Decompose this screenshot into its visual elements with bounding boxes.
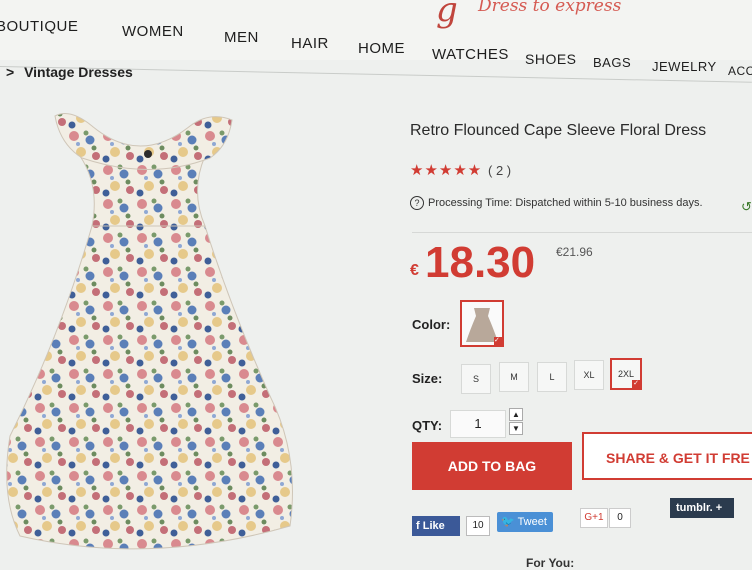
nav-item-bags[interactable]: BAGS xyxy=(593,55,631,70)
chevron-down-icon[interactable]: ▼ xyxy=(509,422,523,435)
google-plus-button[interactable]: G+1 xyxy=(580,508,608,528)
google-plus-count: 0 xyxy=(609,508,631,528)
review-count[interactable]: ( 2 ) xyxy=(488,163,511,178)
main-nav: BOUTIQUE WOMEN MEN HAIR HOME WATCHES SHO… xyxy=(0,18,752,78)
checkmark-icon: ✓ xyxy=(494,337,502,345)
facebook-icon: f xyxy=(416,520,423,532)
tweet-button[interactable]: 🐦 Tweet xyxy=(497,512,553,532)
color-label: Color: xyxy=(412,317,451,332)
nav-item-boutique[interactable]: BOUTIQUE xyxy=(0,18,78,35)
product-image[interactable] xyxy=(0,96,310,564)
share-button[interactable]: SHARE & GET IT FRE xyxy=(582,432,752,480)
rating-stars-icon[interactable]: ★★★★★ xyxy=(410,161,482,179)
facebook-like-label: Like xyxy=(422,520,445,532)
add-to-bag-button[interactable]: ADD TO BAG xyxy=(412,442,572,490)
tweet-label: Tweet xyxy=(517,516,547,528)
chevron-up-icon[interactable]: ▲ xyxy=(509,408,523,421)
breadcrumb-link[interactable]: Vintage Dresses xyxy=(24,64,133,80)
question-circle-icon: ? xyxy=(410,196,424,210)
size-option-2xl[interactable]: 2XL ✓ xyxy=(610,358,642,390)
size-option-l[interactable]: L xyxy=(537,362,567,392)
facebook-count: 10 xyxy=(466,516,490,536)
top-header: g Dress to express BOUTIQUE WOMEN MEN HA… xyxy=(0,0,752,78)
breadcrumb: > Vintage Dresses xyxy=(6,64,133,80)
nav-item-shoes[interactable]: SHOES xyxy=(525,51,577,67)
qty-label: QTY: xyxy=(412,418,443,433)
twitter-icon: 🐦 xyxy=(501,516,515,528)
dress-button xyxy=(144,150,152,158)
size-option-m[interactable]: M xyxy=(499,362,529,392)
price-divider xyxy=(412,232,752,233)
facebook-like-button[interactable]: f Like xyxy=(412,516,460,536)
checkmark-icon: ✓ xyxy=(632,380,640,388)
size-option-xl[interactable]: XL xyxy=(574,360,604,390)
nav-item-women[interactable]: WOMEN xyxy=(122,23,184,40)
nav-item-hair[interactable]: HAIR xyxy=(291,35,329,52)
nav-item-watches[interactable]: WATCHES xyxy=(432,46,509,63)
size-option-s[interactable]: S xyxy=(461,364,491,394)
nav-item-jewelry[interactable]: JEWELRY xyxy=(652,59,717,74)
quantity-input[interactable]: 1 xyxy=(450,410,506,438)
processing-text: Processing Time: Dispatched within 5-10 … xyxy=(428,197,703,209)
recommendations-heading: For You: xyxy=(526,556,575,570)
tumblr-button[interactable]: tumblr. + xyxy=(670,498,734,518)
size-label: Size: xyxy=(412,371,443,386)
sale-price: 18.30 xyxy=(425,238,536,287)
color-swatch[interactable]: ✓ xyxy=(460,300,504,347)
dress-skirt xyxy=(6,225,293,550)
original-price: €21.96 xyxy=(556,245,593,259)
nav-item-acc[interactable]: ACC xyxy=(728,64,752,78)
dress-collar xyxy=(54,113,233,170)
nav-item-men[interactable]: MEN xyxy=(224,29,259,46)
breadcrumb-arrow-icon: > xyxy=(6,64,15,80)
nav-item-home[interactable]: HOME xyxy=(358,40,405,57)
logo-tagline: Dress to express xyxy=(478,0,622,16)
size-option-2xl-label: 2XL xyxy=(617,369,634,379)
arrow-icon: ↺ xyxy=(741,199,752,214)
currency-symbol: € xyxy=(410,262,419,279)
product-title: Retro Flounced Cape Sleeve Floral Dress xyxy=(410,122,707,139)
processing-time: ? Processing Time: Dispatched within 5-10… xyxy=(410,196,703,210)
